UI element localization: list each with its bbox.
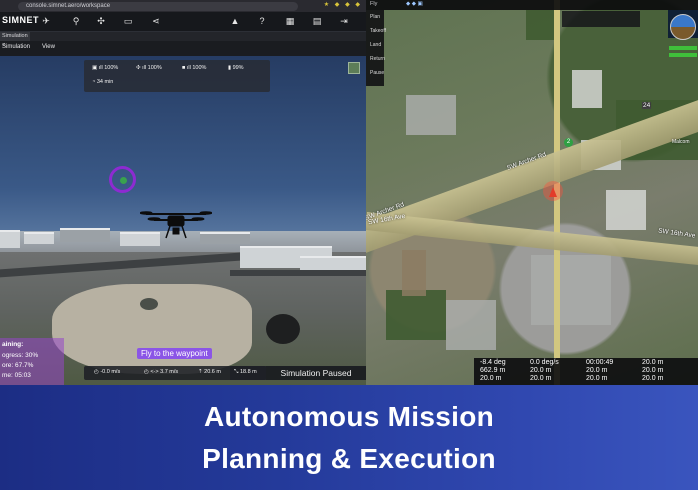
telemetry-value: 20.0 m (642, 367, 664, 374)
plane-icon[interactable]: ✈ (40, 16, 52, 27)
tab-area: Simulation × Simulation View (0, 32, 366, 56)
book-icon[interactable]: ▤ (311, 16, 323, 27)
square-icon[interactable]: ▭ (122, 16, 134, 27)
map-overlay-box (562, 11, 640, 27)
title-banner: Autonomous Mission Planning & Execution (0, 385, 698, 490)
distance: ⤡ 18.8 m (234, 369, 257, 375)
instruction-label: Fly to the waypoint (137, 348, 212, 359)
training-panel: aining: ogress: 30% ore: 67.7% me: 05:03 (0, 338, 64, 385)
map-pin-icon[interactable]: ⚲ (70, 16, 82, 27)
tool-return[interactable]: Return (370, 56, 385, 65)
headline-line-1: Autonomous Mission (203, 401, 495, 432)
building (60, 228, 110, 242)
telemetry-value: 20.0 m (586, 367, 608, 374)
training-progress: ogress: 30% (2, 352, 39, 359)
vertical-speed: ◴ -0.0 m/s (94, 369, 121, 375)
map-toolstrip: Plan Takeoff Land Return Pause (366, 10, 386, 86)
browser-extension-icons[interactable]: ★ ◆ ◆ ◆ (324, 1, 362, 8)
video-signal: ■ ıll 100% (182, 65, 207, 71)
drone-icon[interactable]: ✣ (95, 16, 107, 27)
distance-readout: ⤡ 18.8 m (230, 366, 266, 380)
telemetry-value: 20.0 m (642, 375, 664, 382)
vehicle-arrow-icon[interactable] (549, 187, 557, 197)
drone-model (140, 211, 212, 239)
road (230, 270, 366, 276)
telemetry-value: -8.4 deg (480, 359, 506, 366)
woods (386, 290, 446, 340)
place-label: Malcom (672, 139, 690, 145)
altitude: ⇡ 20.6 m (198, 369, 221, 375)
telemetry-value: 20.0 m (530, 375, 552, 382)
waypoint-marker[interactable]: 2 (564, 138, 573, 147)
vehicle-status-icon[interactable]: ◆ ◆ ▣ (406, 1, 423, 7)
tool-takeoff[interactable]: Takeoff (370, 28, 386, 37)
simulation-status: Simulation Paused (266, 366, 366, 380)
building-block (406, 95, 456, 135)
minimap-icon[interactable] (348, 62, 360, 74)
training-heading: aining: (2, 341, 24, 348)
telemetry-value: 20.0 m (642, 359, 664, 366)
address-bar[interactable]: console.simnet.aero/workspace (18, 2, 298, 11)
building-block (531, 255, 611, 325)
drone-shadow (266, 314, 300, 344)
telemetry-value: 20.0 m (530, 367, 552, 374)
training-score: ore: 67.7% (2, 362, 34, 369)
telemetry-panel: -8.4 deg 0.0 deg/s 00:00:49 20.0 m 662.9… (474, 358, 698, 385)
flight-time: ◔ 34 min (92, 79, 114, 85)
attitude-indicator-icon (670, 14, 696, 40)
alert-icon[interactable]: ▲ (229, 16, 241, 26)
telemetry-value: 00:00:49 (586, 359, 614, 366)
building (24, 232, 54, 244)
horizontal-speed: ◴ <-> 3.7 m/s (144, 369, 179, 375)
browser-bar: console.simnet.aero/workspace ★ ◆ ◆ ◆ (0, 0, 366, 12)
help-icon[interactable]: ? (256, 16, 268, 26)
menu-view[interactable]: View (42, 44, 55, 50)
signal-1: ▣ ıll 100% (92, 65, 119, 71)
menu-simulation[interactable]: Simulation (2, 44, 30, 50)
waypoint-dot (120, 177, 127, 184)
battery-bar (669, 53, 697, 57)
building-block (572, 70, 602, 108)
app-toolbar: SIMNET ✈ ⚲ ✣ ▭ ⋖ ▲ ? ▦ ▤ ⇥ (0, 12, 366, 32)
battery: ▮ 99% (228, 65, 244, 71)
map-top-bar: Fly ◆ ◆ ▣ (366, 0, 698, 10)
tool-land[interactable]: Land (370, 42, 381, 51)
simnet-logo: SIMNET (2, 15, 40, 25)
field (526, 10, 554, 40)
signal-2: ✣ ıll 100% (136, 65, 162, 71)
telemetry-value: 20.0 m (480, 375, 502, 382)
signal-bar (669, 46, 697, 50)
training-time: me: 05:03 (2, 372, 31, 379)
tab-simulation[interactable]: Simulation × (0, 32, 30, 48)
route-shield: 24 (642, 102, 652, 109)
3d-viewport[interactable]: ▣ ıll 100% ✣ ıll 100% ■ ıll 100% ▮ 99% ◔… (0, 56, 366, 385)
telemetry-value: 20.0 m (586, 375, 608, 382)
headline-line-2: Planning & Execution (202, 443, 496, 474)
telemetry-value: 662.9 m (480, 367, 506, 374)
building (0, 230, 20, 248)
grid-icon[interactable]: ▦ (284, 16, 296, 27)
telemetry-value: 0.0 deg/s (530, 359, 559, 366)
building-block (606, 190, 646, 230)
tool-plan[interactable]: Plan (370, 14, 380, 23)
simulator-pane: console.simnet.aero/workspace ★ ◆ ◆ ◆ SI… (0, 0, 366, 385)
map-mode[interactable]: Fly (370, 1, 377, 7)
helipad (140, 298, 158, 310)
map-pane[interactable]: SW Archer Rd SW Archer Rd SW 16th Ave SW… (366, 0, 698, 385)
share-icon[interactable]: ⋖ (150, 16, 162, 27)
building-block (446, 300, 496, 350)
exit-icon[interactable]: ⇥ (338, 16, 350, 27)
status-panel: ▣ ıll 100% ✣ ıll 100% ■ ıll 100% ▮ 99% ◔… (84, 60, 270, 92)
field-lot (402, 250, 426, 296)
waypoint-target (109, 166, 136, 193)
tool-pause[interactable]: Pause (370, 70, 384, 79)
screenshot-root: console.simnet.aero/workspace ★ ◆ ◆ ◆ SI… (0, 0, 698, 490)
tab-strip: Simulation × (0, 32, 366, 48)
